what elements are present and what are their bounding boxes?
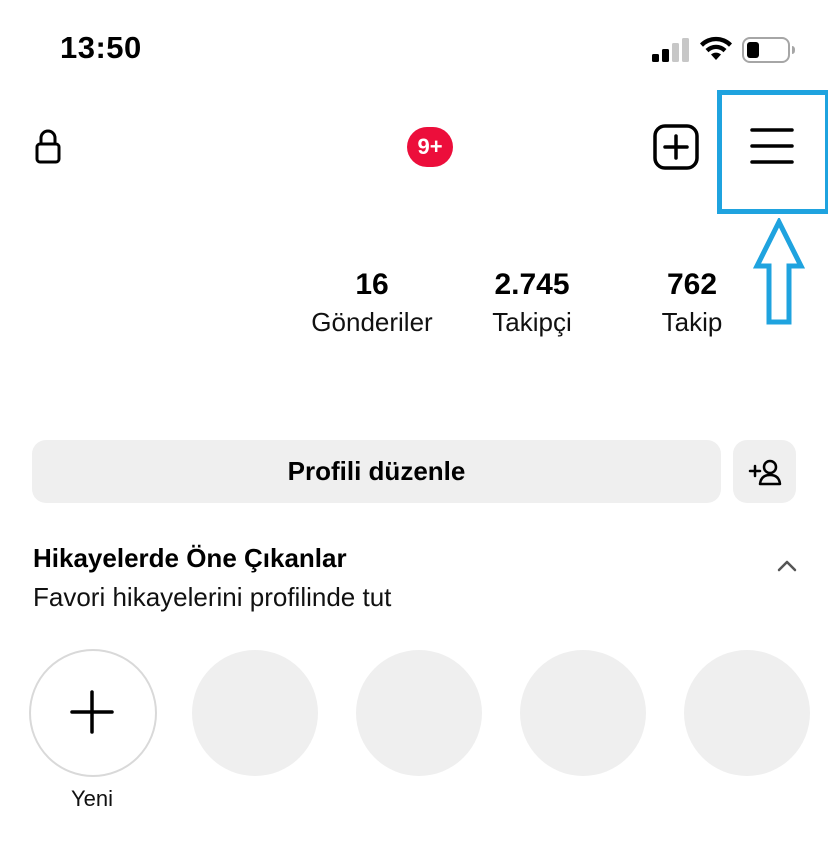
stat-following-label: Takip — [661, 307, 723, 337]
wifi-icon — [700, 36, 732, 60]
stat-followers-label: Takipçi — [492, 307, 572, 337]
annotation-highlight-box — [717, 90, 828, 214]
highlights-subtitle: Favori hikayelerini profilinde tut — [33, 582, 392, 612]
edit-profile-button[interactable]: Profili düzenle — [32, 440, 721, 503]
stat-posts-value: 16 — [355, 268, 389, 301]
highlight-placeholder — [356, 650, 482, 776]
notification-badge[interactable]: 9+ — [407, 127, 453, 167]
new-highlight-label: Yeni — [70, 786, 113, 811]
highlights-title: Hikayelerde Öne Çıkanlar — [33, 543, 347, 573]
highlight-placeholder — [192, 650, 318, 776]
signal-icon — [652, 38, 689, 62]
status-time: 13:50 — [60, 30, 142, 65]
stat-posts[interactable]: 16 Gönderiler — [300, 266, 444, 340]
discover-people-button[interactable] — [733, 440, 796, 503]
highlight-placeholder — [520, 650, 646, 776]
stat-followers-value: 2.745 — [494, 268, 570, 301]
annotation-up-arrow-icon — [753, 218, 805, 325]
highlight-placeholder — [684, 650, 810, 776]
chevron-up-icon[interactable] — [776, 557, 798, 573]
stat-followers[interactable]: 2.745 Takipçi — [474, 266, 590, 340]
battery-icon — [742, 37, 795, 63]
plus-icon — [70, 690, 114, 734]
stat-following[interactable]: 762 Takip — [648, 266, 736, 340]
add-person-icon — [748, 459, 781, 485]
stat-following-value: 762 — [666, 268, 718, 301]
create-icon[interactable] — [652, 123, 700, 171]
lock-icon[interactable] — [33, 128, 63, 164]
stat-posts-label: Gönderiler — [311, 307, 433, 337]
